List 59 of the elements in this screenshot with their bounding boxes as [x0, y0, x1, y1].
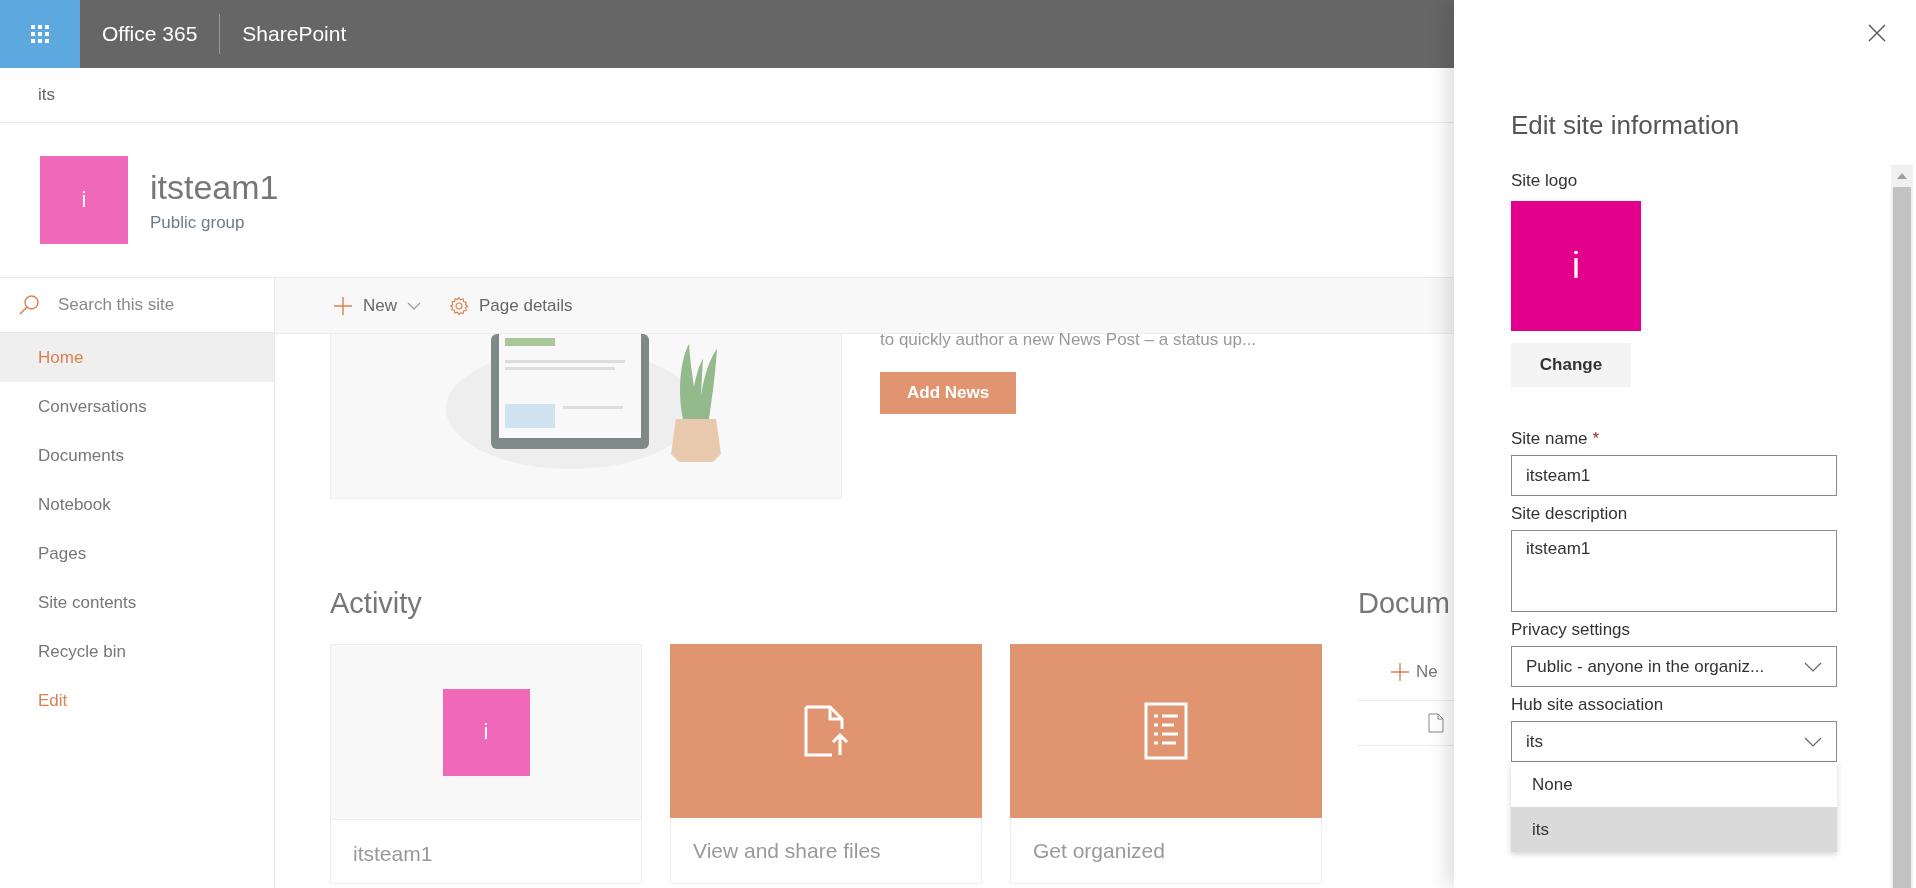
plus-icon — [1390, 662, 1410, 682]
plus-icon — [333, 295, 353, 316]
site-logo: i — [442, 688, 530, 776]
change-button[interactable]: Change — [1511, 343, 1631, 387]
nav-link[interactable]: Recycle bin — [0, 627, 274, 676]
new-document-button[interactable]: Ne — [1390, 662, 1438, 682]
nav-link[interactable]: Notebook — [0, 480, 274, 529]
site-logo: i — [40, 156, 128, 244]
dropdown[interactable]: its — [1511, 721, 1837, 762]
chevron-down-icon — [1804, 661, 1822, 672]
documents-heading: Docum — [1358, 587, 1451, 621]
site-logo: i — [1511, 201, 1641, 331]
nav-link[interactable]: Edit — [0, 676, 274, 725]
nav-link[interactable]: Home — [0, 333, 274, 382]
nav-link[interactable]: Documents — [0, 431, 274, 480]
search-icon — [18, 294, 40, 316]
suite-app-name[interactable]: SharePoint — [220, 22, 369, 46]
app-launcher-button[interactable] — [0, 0, 80, 68]
scrollbar[interactable] — [1891, 165, 1913, 888]
file-upload-icon — [804, 705, 848, 757]
site-subtitle: Public group — [150, 212, 246, 233]
page-details-button[interactable]: Page details — [443, 291, 579, 320]
card-title: itsteam1 — [352, 841, 434, 866]
news-description: to quickly author a new News Post – a status up... — [880, 330, 1257, 350]
hub-site-link[interactable]: its — [38, 85, 55, 105]
required-mark: * — [1592, 429, 1600, 449]
field-label: Privacy settings — [1511, 620, 1631, 640]
field-label: Site logo — [1511, 171, 1578, 191]
suite-brand[interactable]: Office 365 — [80, 22, 220, 46]
dropdown-option[interactable]: its — [1511, 807, 1837, 852]
site-name-field[interactable]: itsteam1 — [1511, 455, 1837, 496]
nav-link[interactable]: Pages — [0, 529, 274, 578]
nav-link[interactable]: Conversations — [0, 382, 274, 431]
dropdown-option[interactable]: None — [1511, 762, 1837, 807]
activity-card[interactable]: View and share files — [670, 644, 982, 884]
card-title: View and share files — [692, 838, 882, 863]
activity-heading: Activity — [330, 587, 423, 621]
close-button[interactable] — [1866, 22, 1888, 44]
site-description-field[interactable]: itsteam1 — [1511, 530, 1837, 612]
card-title: Get organized — [1032, 838, 1166, 863]
list-document-icon — [1144, 702, 1188, 760]
search-field[interactable]: Search this site — [56, 294, 260, 316]
activity-card[interactable]: Get organized — [1010, 644, 1322, 884]
nav-link[interactable]: Site contents — [0, 578, 274, 627]
scroll-up-icon[interactable] — [1897, 173, 1907, 179]
field-label: Site description — [1511, 504, 1628, 524]
chevron-down-icon — [407, 300, 421, 311]
waffle-icon — [31, 25, 49, 43]
chevron-down-icon — [1804, 736, 1822, 747]
new-button[interactable]: New — [327, 291, 427, 320]
field-label: Hub site association — [1511, 695, 1664, 715]
close-icon — [1868, 24, 1886, 42]
panel-title: Edit site information — [1511, 110, 1741, 141]
settings-icon — [449, 295, 469, 316]
document-icon — [1428, 713, 1444, 733]
activity-card[interactable]: i itsteam1 — [330, 644, 642, 884]
dropdown[interactable]: Public - anyone in the organiz... — [1511, 646, 1837, 687]
site-title[interactable]: itsteam1 — [150, 167, 279, 207]
field-label: Site name — [1511, 429, 1588, 449]
